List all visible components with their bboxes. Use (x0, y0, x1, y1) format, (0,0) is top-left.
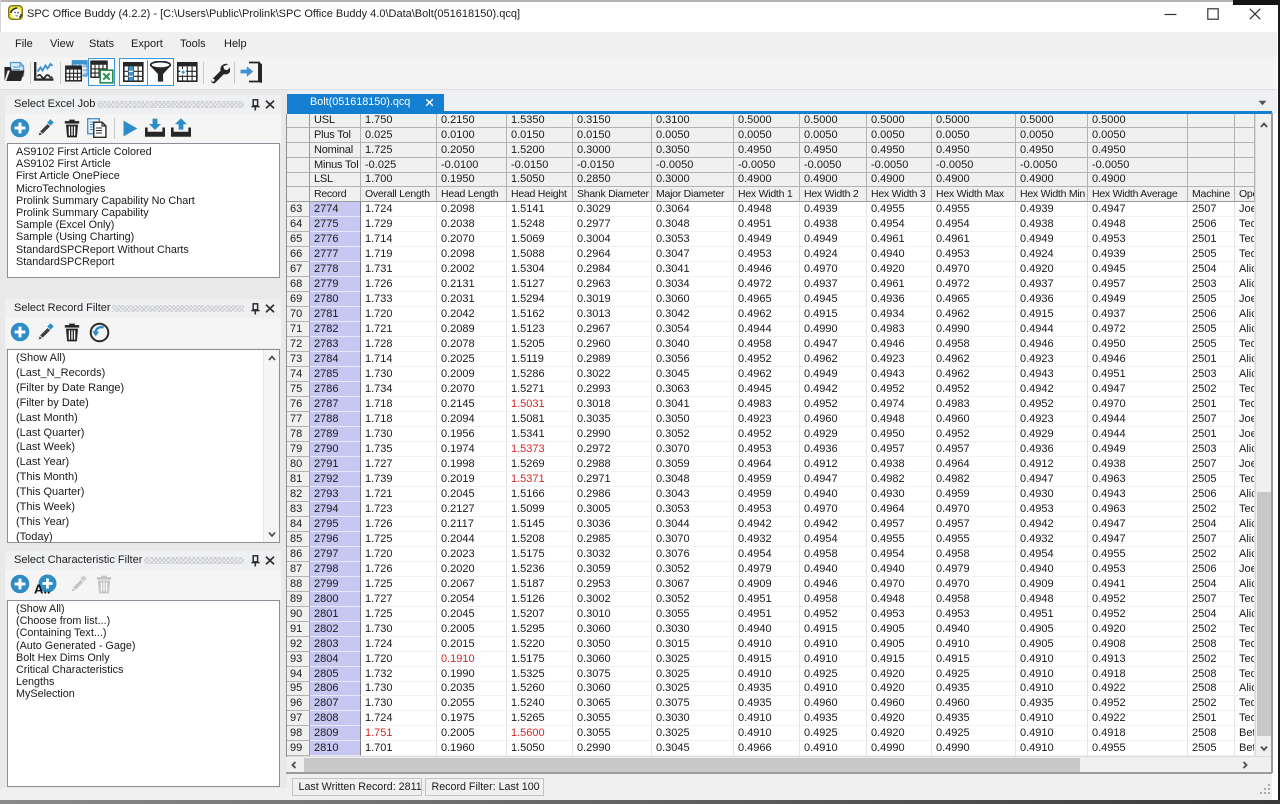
svg-text:A..: A.. (34, 582, 51, 596)
